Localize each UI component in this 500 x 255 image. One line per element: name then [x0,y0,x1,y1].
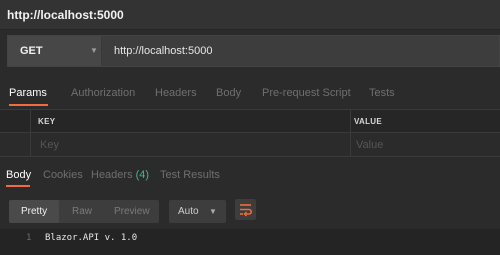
response-line: Blazor.API v. 1.0 [45,233,138,243]
response-headers-label: Headers [91,169,133,181]
wrap-lines-icon [240,204,253,217]
headers-count-badge: (4) [135,169,150,181]
response-body: 1 Blazor.API v. 1.0 [0,229,500,255]
tab-pre-request-script[interactable]: Pre-request Script [262,87,351,99]
response-toolbar: Pretty Raw Preview Auto ▼ [0,196,500,226]
method-dropdown[interactable]: GET ▼ [8,36,102,66]
chevron-down-icon: ▼ [90,46,98,55]
tab-body[interactable]: Body [216,87,241,99]
response-tabs: Body Cookies Headers (4) Test Results [0,163,500,187]
request-tabs: Params Authorization Headers Body Pre-re… [0,82,500,106]
chevron-down-icon: ▼ [209,207,217,216]
language-dropdown[interactable]: Auto ▼ [169,200,226,223]
language-label: Auto [178,206,199,217]
tab-authorization[interactable]: Authorization [71,87,135,99]
key-column-header: KEY [38,117,56,126]
window-title: http://localhost:5000 [7,8,124,22]
params-table: KEY VALUE Key Value [0,109,500,157]
wrap-lines-button[interactable] [235,199,256,220]
request-url-bar: GET ▼ http://localhost:5000 [7,35,500,67]
pretty-button[interactable]: Pretty [9,200,59,223]
value-input[interactable]: Value [356,139,383,151]
tab-headers[interactable]: Headers [155,87,197,99]
params-header-row: KEY VALUE [0,109,500,133]
line-number: 1 [26,233,32,243]
response-active-tab-indicator [6,185,30,187]
active-tab-indicator [9,104,48,106]
method-label: GET [20,45,43,57]
tab-cookies[interactable]: Cookies [43,169,83,181]
params-row: Key Value [0,133,500,157]
key-input[interactable]: Key [40,139,59,151]
raw-button[interactable]: Raw [72,206,92,217]
tab-tests[interactable]: Tests [369,87,395,99]
tab-params[interactable]: Params [9,87,47,99]
url-input[interactable]: http://localhost:5000 [114,45,212,57]
tab-response-headers[interactable]: Headers (4) [91,169,149,181]
pretty-label: Pretty [21,206,48,217]
preview-button[interactable]: Preview [114,206,150,217]
tab-test-results[interactable]: Test Results [160,169,220,181]
tab-response-body[interactable]: Body [6,169,31,181]
value-column-header: VALUE [354,117,383,126]
title-bar: http://localhost:5000 [0,0,500,30]
format-toggle-group: Pretty Raw Preview [9,200,159,223]
